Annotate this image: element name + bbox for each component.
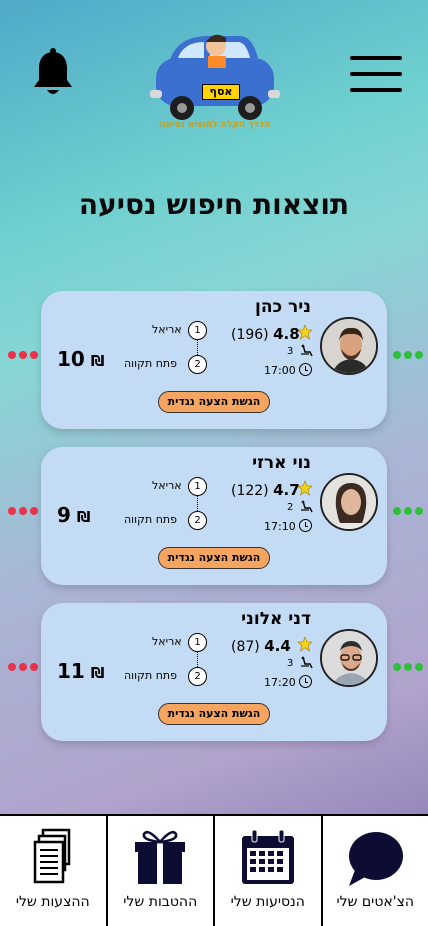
currency-symbol: ₪: [90, 352, 105, 370]
top-bar: אסף הדרך הקלה להוציא נסיעה: [0, 0, 428, 150]
route-destination: פתח תקווה: [124, 513, 177, 526]
rating-value: 4.4: [264, 637, 291, 655]
driver-rating: (122) 4.7: [231, 481, 300, 499]
route-stop-1-icon: 1: [188, 321, 207, 340]
driver-name: ניר כהן: [254, 297, 311, 317]
more-options-right-icon[interactable]: [393, 507, 423, 517]
ride-result: נוי ארזי (122) 4.7 2 17:10 1 2 אריאל פתח…: [0, 447, 428, 585]
driver-name: דני אלוני: [241, 609, 311, 629]
route-origin: אריאל: [152, 479, 182, 492]
route-origin: אריאל: [152, 635, 182, 648]
chat-icon: [349, 832, 404, 886]
seat-icon: [301, 344, 313, 357]
nav-label: הצ'אטים שלי: [336, 894, 415, 910]
departure-time: 17:20: [264, 676, 296, 689]
available-seats: 3: [287, 658, 294, 669]
rating-reviews: (87): [231, 639, 260, 655]
calendar-icon: [241, 829, 294, 884]
nav-label: הנסיעות שלי: [230, 894, 305, 910]
bell-icon[interactable]: [30, 48, 76, 98]
route-destination: פתח תקווה: [124, 357, 177, 370]
route-stop-1-icon: 1: [188, 477, 207, 496]
more-options-right-icon[interactable]: [393, 663, 423, 673]
driver-avatar: [320, 473, 378, 531]
more-options-left-icon[interactable]: [8, 351, 38, 361]
clock-icon: [299, 363, 312, 376]
price-value: 9: [57, 503, 71, 527]
route-destination: פתח תקווה: [124, 669, 177, 682]
price-value: 11: [57, 659, 85, 683]
license-plate: אסף: [202, 84, 240, 100]
ride-price: 11 ₪: [57, 659, 104, 683]
route-origin: אריאל: [152, 323, 182, 336]
price-value: 10: [57, 347, 85, 371]
seat-icon: [301, 500, 313, 513]
counter-offer-button[interactable]: הגשת הצעה נגדית: [158, 391, 270, 413]
ride-price: 10 ₪: [57, 347, 104, 371]
route-stop-2-icon: 2: [188, 667, 207, 686]
ride-result: ניר כהן (196) 4.8 3 17:00 1 2 אריאל פתח …: [0, 291, 428, 429]
route-stop-2-icon: 2: [188, 511, 207, 530]
app-logo: אסף הדרך הקלה להוציא נסיעה: [148, 28, 282, 140]
available-seats: 2: [287, 502, 294, 513]
nav-my-rides[interactable]: הנסיעות שלי: [213, 816, 321, 926]
rating-value: 4.7: [273, 481, 300, 499]
currency-symbol: ₪: [76, 508, 91, 526]
available-seats: 3: [287, 346, 294, 357]
ride-price: 9 ₪: [57, 503, 91, 527]
rating-value: 4.8: [273, 325, 300, 343]
nav-my-chats[interactable]: הצ'אטים שלי: [320, 816, 428, 926]
bottom-navigation: ההצעות שלי ההטבות שלי הנסיעות שלי הצ'אטי…: [0, 814, 428, 926]
driver-rating: (196) 4.8: [231, 325, 300, 343]
driver-rating: (87) 4.4: [231, 637, 291, 655]
ride-card[interactable]: דני אלוני (87) 4.4 3 17:20 1 2 אריאל פתח…: [41, 603, 387, 741]
ride-card[interactable]: נוי ארזי (122) 4.7 2 17:10 1 2 אריאל פתח…: [41, 447, 387, 585]
clock-icon: [299, 519, 312, 532]
driver-avatar: [320, 629, 378, 687]
counter-offer-button[interactable]: הגשת הצעה נגדית: [158, 547, 270, 569]
rating-reviews: (196): [231, 327, 269, 343]
nav-my-benefits[interactable]: ההטבות שלי: [105, 816, 214, 926]
driver-name: נוי ארזי: [252, 453, 311, 473]
ride-card[interactable]: ניר כהן (196) 4.8 3 17:00 1 2 אריאל פתח …: [41, 291, 387, 429]
more-options-right-icon[interactable]: [393, 351, 423, 361]
menu-line-icon: [350, 56, 402, 60]
page-title: תוצאות חיפוש נסיעה: [78, 188, 350, 221]
menu-line-icon: [350, 72, 402, 76]
counter-offer-button[interactable]: הגשת הצעה נגדית: [158, 703, 270, 725]
hamburger-menu-button[interactable]: [350, 56, 402, 92]
more-options-left-icon[interactable]: [8, 663, 38, 673]
departure-time: 17:10: [264, 520, 296, 533]
route-stop-1-icon: 1: [188, 633, 207, 652]
rating-reviews: (122): [231, 483, 269, 499]
nav-label: ההטבות שלי: [123, 894, 198, 910]
driver-avatar: [320, 317, 378, 375]
route-line: [197, 496, 198, 511]
route-line: [197, 652, 198, 667]
route-line: [197, 340, 198, 355]
documents-icon: [33, 828, 70, 884]
menu-line-icon: [350, 88, 402, 92]
currency-symbol: ₪: [90, 664, 105, 682]
logo-slogan: הדרך הקלה להוציא נסיעה: [159, 120, 271, 130]
more-options-left-icon[interactable]: [8, 507, 38, 517]
gift-icon: [135, 831, 186, 884]
ride-result: דני אלוני (87) 4.4 3 17:20 1 2 אריאל פתח…: [0, 603, 428, 741]
clock-icon: [299, 675, 312, 688]
route-stop-2-icon: 2: [188, 355, 207, 374]
departure-time: 17:00: [264, 364, 296, 377]
nav-label: ההצעות שלי: [15, 894, 90, 910]
star-icon: [297, 636, 313, 652]
seat-icon: [301, 656, 313, 669]
nav-my-offers[interactable]: ההצעות שלי: [0, 816, 106, 926]
